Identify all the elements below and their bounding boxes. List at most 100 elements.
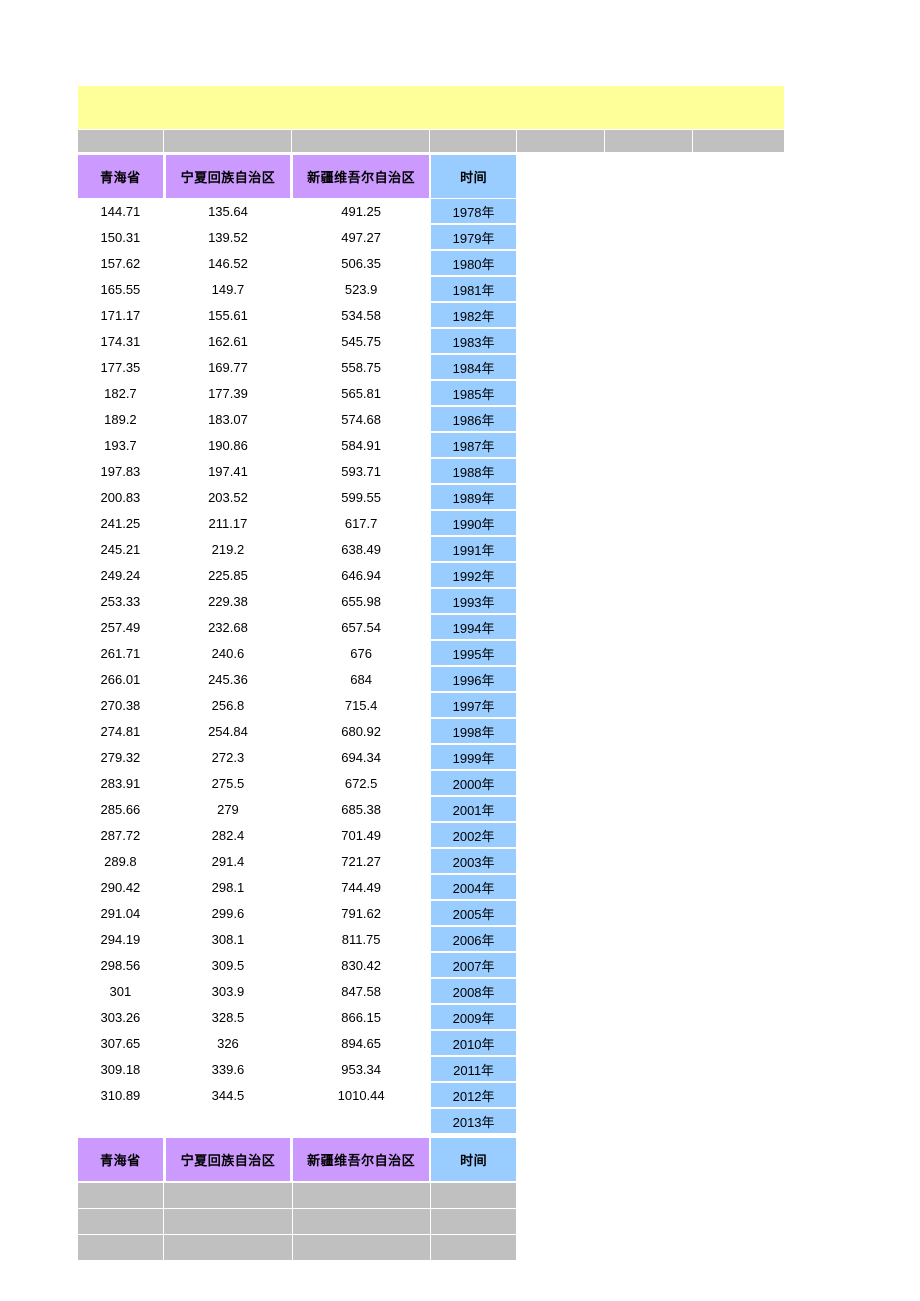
cell-qinghai[interactable]: 283.91 (78, 770, 163, 796)
cell-xinjiang[interactable]: 558.75 (293, 354, 429, 380)
cell-xinjiang[interactable]: 791.62 (293, 900, 429, 926)
cell-year[interactable]: 1978年 (431, 199, 516, 223)
cell-year[interactable]: 1980年 (431, 251, 516, 275)
footer-column-header-xinjiang[interactable]: 新疆维吾尔自治区 (293, 1138, 430, 1181)
blank-cell[interactable] (431, 1235, 516, 1261)
cell-xinjiang[interactable]: 676 (293, 640, 429, 666)
cell-xinjiang[interactable]: 655.98 (293, 588, 429, 614)
cell-qinghai[interactable]: 310.89 (78, 1082, 163, 1108)
cell-year[interactable]: 1993年 (431, 589, 516, 613)
cell-ningxia[interactable]: 197.41 (166, 458, 290, 484)
cell-year[interactable]: 1999年 (431, 745, 516, 769)
cell-ningxia[interactable]: 149.7 (166, 276, 290, 302)
cell-year[interactable]: 2011年 (431, 1057, 516, 1081)
cell-qinghai[interactable]: 182.7 (78, 380, 163, 406)
cell-qinghai[interactable]: 274.81 (78, 718, 163, 744)
blank-cell[interactable] (164, 1183, 293, 1209)
cell-year[interactable]: 2001年 (431, 797, 516, 821)
cell-xinjiang[interactable]: 565.81 (293, 380, 429, 406)
cell-qinghai[interactable] (78, 1108, 163, 1134)
cell-xinjiang[interactable]: 866.15 (293, 1004, 429, 1030)
cell-qinghai[interactable]: 289.8 (78, 848, 163, 874)
cell-xinjiang[interactable]: 545.75 (293, 328, 429, 354)
footer-column-header-time[interactable]: 时间 (431, 1138, 516, 1181)
cell-xinjiang[interactable]: 646.94 (293, 562, 429, 588)
cell-qinghai[interactable]: 165.55 (78, 276, 163, 302)
cell-xinjiang[interactable]: 847.58 (293, 978, 429, 1004)
cell-ningxia[interactable]: 211.17 (166, 510, 290, 536)
cell-xinjiang[interactable]: 638.49 (293, 536, 429, 562)
cell-xinjiang[interactable]: 657.54 (293, 614, 429, 640)
blank-cell[interactable] (78, 1209, 164, 1235)
cell-xinjiang[interactable]: 894.65 (293, 1030, 429, 1056)
cell-ningxia[interactable]: 162.61 (166, 328, 290, 354)
cell-year[interactable]: 1994年 (431, 615, 516, 639)
cell-xinjiang[interactable]: 701.49 (293, 822, 429, 848)
cell-year[interactable]: 1992年 (431, 563, 516, 587)
cell-ningxia[interactable]: 339.6 (166, 1056, 290, 1082)
cell-ningxia[interactable]: 282.4 (166, 822, 290, 848)
cell-year[interactable]: 2009年 (431, 1005, 516, 1029)
cell-qinghai[interactable]: 144.71 (78, 198, 163, 224)
cell-qinghai[interactable]: 270.38 (78, 692, 163, 718)
cell-year[interactable]: 1986年 (431, 407, 516, 431)
cell-qinghai[interactable]: 303.26 (78, 1004, 163, 1030)
cell-xinjiang[interactable]: 830.42 (293, 952, 429, 978)
cell-ningxia[interactable]: 225.85 (166, 562, 290, 588)
cell-year[interactable]: 2005年 (431, 901, 516, 925)
cell-ningxia[interactable]: 146.52 (166, 250, 290, 276)
cell-xinjiang[interactable]: 497.27 (293, 224, 429, 250)
cell-ningxia[interactable]: 219.2 (166, 536, 290, 562)
cell-ningxia[interactable]: 328.5 (166, 1004, 290, 1030)
cell-qinghai[interactable]: 287.72 (78, 822, 163, 848)
cell-year[interactable]: 2003年 (431, 849, 516, 873)
cell-ningxia[interactable]: 169.77 (166, 354, 290, 380)
cell-qinghai[interactable]: 171.17 (78, 302, 163, 328)
cell-qinghai[interactable]: 193.7 (78, 432, 163, 458)
cell-xinjiang[interactable] (293, 1108, 429, 1134)
cell-year[interactable]: 2008年 (431, 979, 516, 1003)
cell-xinjiang[interactable]: 617.7 (293, 510, 429, 536)
cell-xinjiang[interactable]: 523.9 (293, 276, 429, 302)
cell-ningxia[interactable]: 291.4 (166, 848, 290, 874)
cell-qinghai[interactable]: 189.2 (78, 406, 163, 432)
cell-ningxia[interactable]: 308.1 (166, 926, 290, 952)
cell-year[interactable]: 2010年 (431, 1031, 516, 1055)
cell-ningxia[interactable]: 272.3 (166, 744, 290, 770)
cell-ningxia[interactable]: 275.5 (166, 770, 290, 796)
cell-year[interactable]: 1989年 (431, 485, 516, 509)
cell-xinjiang[interactable]: 574.68 (293, 406, 429, 432)
blank-cell[interactable] (164, 1235, 293, 1261)
cell-xinjiang[interactable]: 672.5 (293, 770, 429, 796)
footer-column-header-ningxia[interactable]: 宁夏回族自治区 (165, 1138, 291, 1181)
cell-year[interactable]: 1998年 (431, 719, 516, 743)
cell-qinghai[interactable]: 301 (78, 978, 163, 1004)
blank-cell[interactable] (431, 1209, 516, 1235)
cell-xinjiang[interactable]: 685.38 (293, 796, 429, 822)
cell-qinghai[interactable]: 174.31 (78, 328, 163, 354)
cell-qinghai[interactable]: 241.25 (78, 510, 163, 536)
cell-ningxia[interactable]: 299.6 (166, 900, 290, 926)
cell-qinghai[interactable]: 177.35 (78, 354, 163, 380)
cell-ningxia[interactable]: 256.8 (166, 692, 290, 718)
cell-xinjiang[interactable]: 953.34 (293, 1056, 429, 1082)
cell-ningxia[interactable]: 203.52 (166, 484, 290, 510)
cell-ningxia[interactable]: 183.07 (166, 406, 290, 432)
cell-year[interactable]: 2012年 (431, 1083, 516, 1107)
column-header-xinjiang[interactable]: 新疆维吾尔自治区 (293, 155, 430, 198)
cell-xinjiang[interactable]: 811.75 (293, 926, 429, 952)
cell-qinghai[interactable]: 157.62 (78, 250, 163, 276)
cell-xinjiang[interactable]: 680.92 (293, 718, 429, 744)
cell-year[interactable]: 2000年 (431, 771, 516, 795)
column-header-ningxia[interactable]: 宁夏回族自治区 (165, 155, 291, 198)
blank-cell[interactable] (293, 1183, 431, 1209)
cell-year[interactable]: 1988年 (431, 459, 516, 483)
cell-xinjiang[interactable]: 684 (293, 666, 429, 692)
cell-qinghai[interactable]: 294.19 (78, 926, 163, 952)
cell-qinghai[interactable]: 266.01 (78, 666, 163, 692)
cell-year[interactable]: 1979年 (431, 225, 516, 249)
cell-qinghai[interactable]: 249.24 (78, 562, 163, 588)
cell-ningxia[interactable]: 298.1 (166, 874, 290, 900)
cell-ningxia[interactable]: 326 (166, 1030, 290, 1056)
cell-year[interactable]: 2013年 (431, 1109, 516, 1133)
